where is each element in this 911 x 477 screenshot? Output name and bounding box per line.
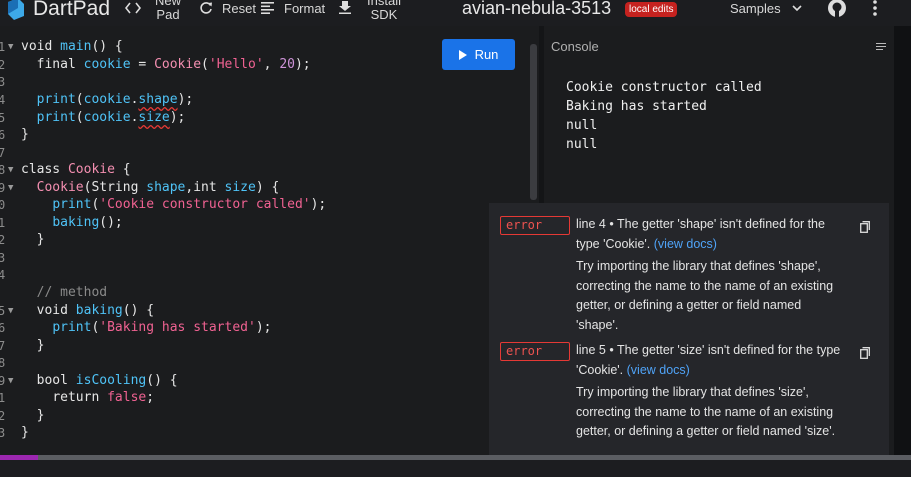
bottom-bar <box>0 457 911 477</box>
fold-arrow-icon[interactable]: ▼ <box>8 302 13 320</box>
horizontal-scrollbar[interactable] <box>0 455 911 460</box>
code-line: } <box>21 425 29 440</box>
fold-arrow-icon[interactable]: ▼ <box>8 372 13 390</box>
line-number: 0 <box>0 198 6 212</box>
view-docs-link[interactable]: (view docs) <box>627 363 690 377</box>
clear-console-icon[interactable] <box>876 43 886 52</box>
play-icon <box>458 49 467 60</box>
format-lines-icon[interactable] <box>261 2 274 14</box>
code-line: bool isCooling() { <box>36 373 178 388</box>
line-number: 9 <box>0 181 6 195</box>
reset-button[interactable]: Reset <box>222 1 256 16</box>
fold-arrow-icon[interactable]: ▼ <box>8 38 13 56</box>
install-sdk-button[interactable]: Install SDK <box>366 0 402 22</box>
console-panel: Console Cookie constructor called Baking… <box>544 26 894 209</box>
error-hint: Try importing the library that defines '… <box>576 259 834 332</box>
code-line: print('Baking has started'); <box>52 320 272 335</box>
copy-icon[interactable] <box>860 347 870 359</box>
line-number: 6 <box>0 321 6 335</box>
copy-icon[interactable] <box>860 221 870 233</box>
line-number: 3 <box>0 426 6 440</box>
line-number: 3 <box>0 251 6 265</box>
code-line: } <box>21 408 45 423</box>
line-number: 2 <box>0 409 6 423</box>
line-number: 1 <box>0 391 6 405</box>
more-vert-icon[interactable] <box>873 0 877 16</box>
top-bar: DartPad New Pad Reset Format Install SDK… <box>0 0 911 26</box>
code-line: void main() { <box>21 39 123 54</box>
code-brackets-icon[interactable] <box>125 2 141 14</box>
window-edge <box>894 26 911 457</box>
code-line: // method <box>36 285 108 300</box>
line-number: 5 <box>0 111 6 125</box>
format-button[interactable]: Format <box>284 1 325 16</box>
console-output-line: Baking has started <box>566 99 707 114</box>
line-number: 1 <box>0 40 6 54</box>
line-number: 6 <box>0 128 6 142</box>
run-button[interactable]: Run <box>442 39 515 70</box>
code-line: Cookie(String shape,int size) { <box>36 180 280 195</box>
error-message: line 5 • The getter 'size' isn't defined… <box>576 343 841 377</box>
line-number: 3 <box>0 75 6 89</box>
line-number: 7 <box>0 339 6 353</box>
local-edits-badge: local edits <box>625 2 678 17</box>
github-icon[interactable] <box>827 0 847 18</box>
error-badge: error <box>500 342 570 361</box>
samples-dropdown[interactable]: Samples <box>730 1 781 16</box>
code-line: print(cookie.shape); <box>36 92 194 107</box>
line-number: 4 <box>0 268 6 282</box>
console-header: Console <box>551 39 599 54</box>
fold-arrow-icon[interactable]: ▼ <box>8 161 13 179</box>
chevron-down-icon[interactable] <box>792 5 802 12</box>
line-number: 2 <box>0 58 6 72</box>
refresh-icon[interactable] <box>199 1 213 15</box>
code-line: } <box>21 338 45 353</box>
console-output-line: null <box>566 137 598 152</box>
error-message: line 4 • The getter 'shape' isn't define… <box>576 217 825 251</box>
line-number: 2 <box>0 233 6 247</box>
line-number: 8 <box>0 356 6 370</box>
editor-scrollbar[interactable] <box>530 44 537 200</box>
code-line: return false; <box>52 390 155 405</box>
pad-title[interactable]: avian-nebula-3513 <box>462 0 611 19</box>
view-docs-link[interactable]: (view docs) <box>654 237 717 251</box>
console-output-line: Cookie constructor called <box>566 80 762 95</box>
code-line: } <box>21 127 29 142</box>
code-line: class Cookie { <box>21 162 131 177</box>
line-number: 8 <box>0 163 6 177</box>
scroll-progress-indicator <box>0 455 38 460</box>
error-hint: Try importing the library that defines '… <box>576 385 836 438</box>
line-number: 5 <box>0 304 6 318</box>
line-number: 4 <box>0 93 6 107</box>
dartpad-logo-icon <box>8 0 24 20</box>
brand-name: DartPad <box>33 0 111 20</box>
code-line: final cookie = Cookie('Hello', 20); <box>36 57 311 72</box>
line-number: 9 <box>0 374 6 388</box>
problems-panel: error line 4 • The getter 'shape' isn't … <box>489 203 889 468</box>
code-line: print(cookie.size); <box>36 110 186 125</box>
code-line: baking(); <box>52 215 123 230</box>
new-pad-button[interactable]: New Pad <box>154 0 182 22</box>
download-icon[interactable] <box>339 1 351 14</box>
error-badge: error <box>500 216 570 235</box>
line-number: 7 <box>0 146 6 160</box>
code-line: print('Cookie constructor called'); <box>52 197 327 212</box>
line-number: 1 <box>0 216 6 230</box>
console-output-line: null <box>566 118 598 133</box>
code-line: } <box>21 232 45 247</box>
fold-arrow-icon[interactable]: ▼ <box>8 179 13 197</box>
code-line: void baking() { <box>36 303 155 318</box>
